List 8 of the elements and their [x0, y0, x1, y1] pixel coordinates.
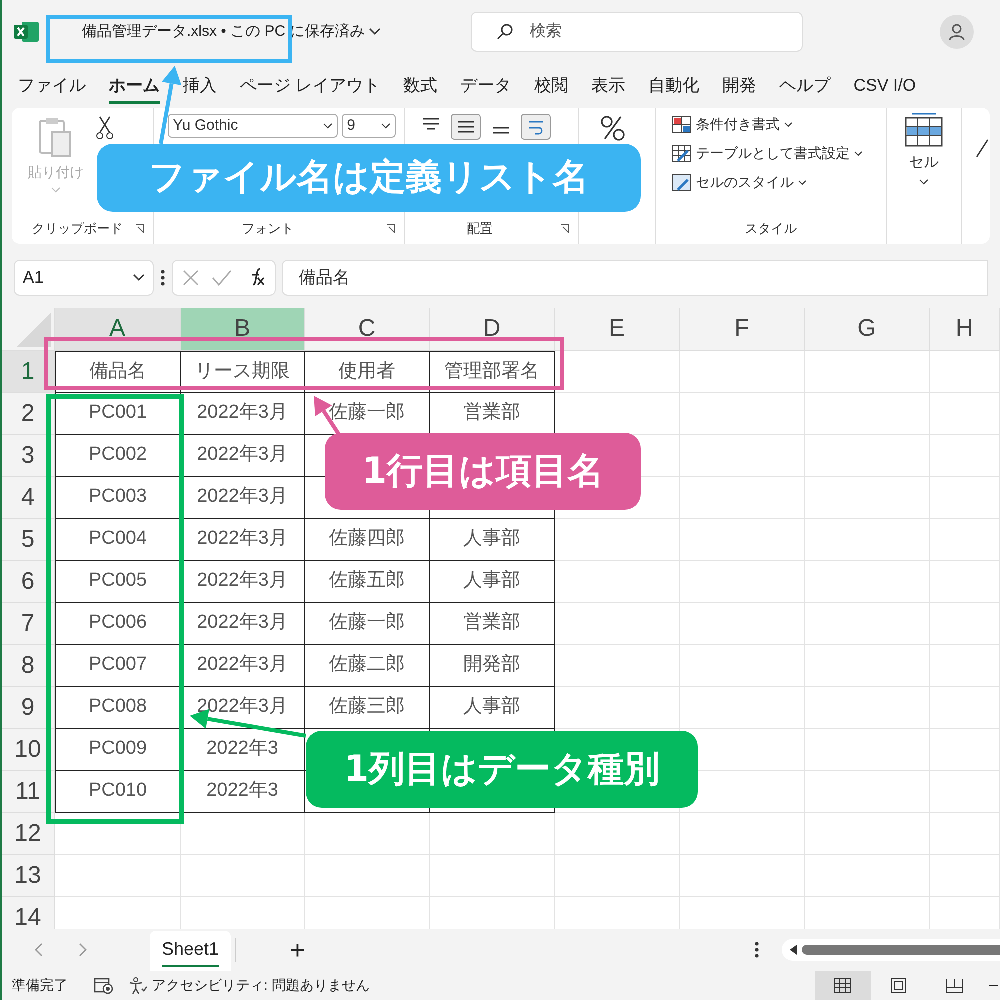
- annotation-tooltip: 1行目は項目名: [325, 433, 641, 510]
- group-label: クリップボード: [32, 220, 123, 238]
- group-label: スタイル: [744, 220, 797, 238]
- group-label: フォント: [242, 220, 294, 238]
- status-text: 準備完了: [12, 976, 68, 995]
- group-label: 配置: [466, 220, 493, 238]
- annotation-tooltip: 1列目はデータ種別: [306, 731, 698, 808]
- annotation-tooltip: ファイル名は定義リスト名: [97, 144, 641, 212]
